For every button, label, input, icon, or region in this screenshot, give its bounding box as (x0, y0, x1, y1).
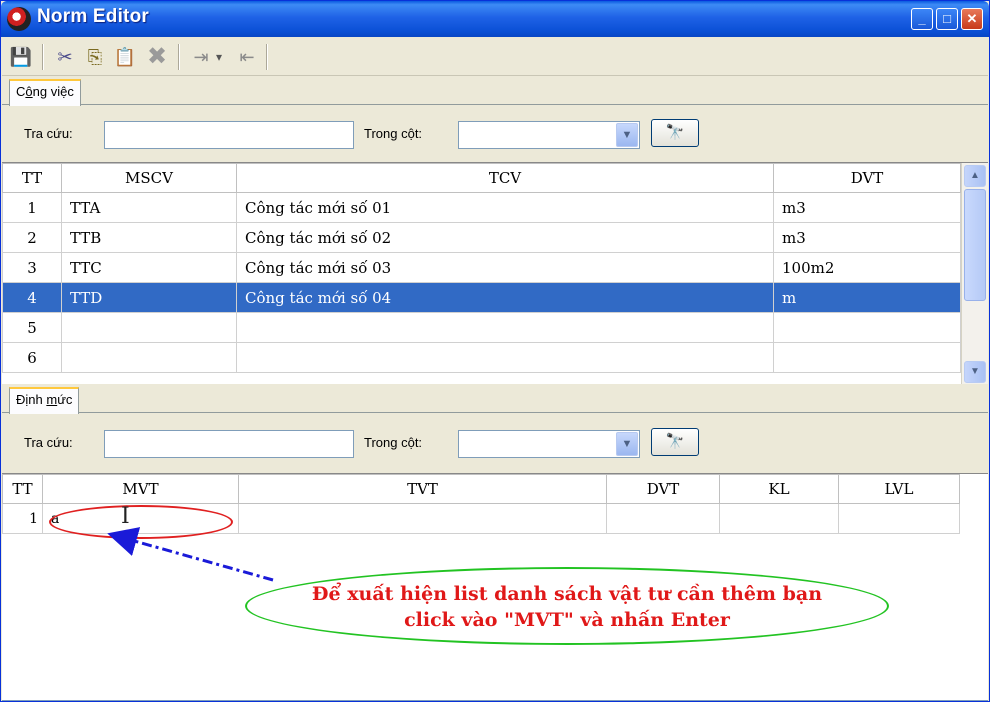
annotation-line-2: click vào "MVT" và nhấn Enter (404, 609, 730, 631)
norm-editor-window: Norm Editor _ □ ✕ 💾 ✂ ⎘ 📋 ✖ ⇥ ▾ ⇤ Công v… (0, 0, 990, 702)
annotation-line-1: Để xuất hiện list danh sách vật tư cần t… (311, 583, 823, 605)
annotation-bubble: Để xuất hiện list danh sách vật tư cần t… (245, 567, 889, 645)
